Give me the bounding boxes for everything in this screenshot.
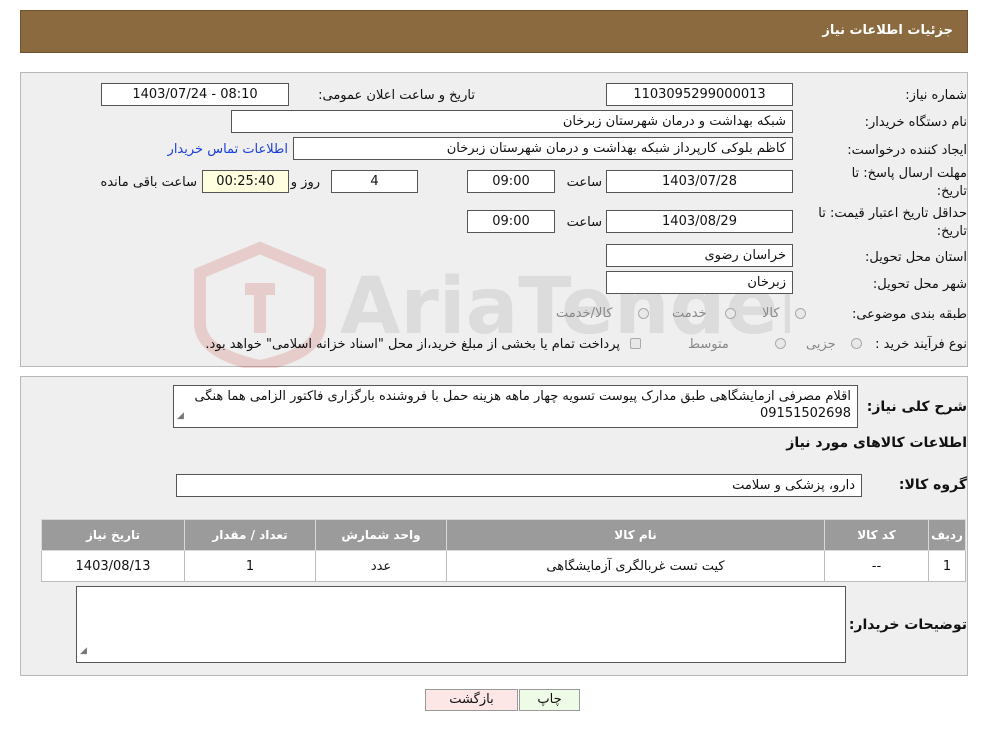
days-label: روز و [290, 175, 320, 190]
process-option-minor: جزیی [806, 337, 836, 352]
table-row: 1 -- کیت تست غربالگری آزمایشگاهی عدد 1 1… [41, 550, 966, 582]
city-label: شهر محل تحویل: [872, 277, 967, 292]
description-text: اقلام مصرفی ازمایشگاهی طبق مدارک پیوست ت… [194, 389, 851, 421]
buyer-notes-textarea[interactable]: ◢ [76, 586, 846, 663]
process-treasury-checkbox[interactable] [630, 338, 641, 349]
col-unit: واحد شمارش [315, 519, 447, 551]
description-textarea: اقلام مصرفی ازمایشگاهی طبق مدارک پیوست ت… [173, 385, 858, 428]
province-field: خراسان رضوی [606, 244, 793, 267]
goods-table: ردیف کد کالا نام کالا واحد شمارش تعداد /… [41, 519, 966, 582]
goods-group-label: گروه کالا: [898, 477, 967, 493]
col-need-date: تاریخ نیاز [41, 519, 185, 551]
validity-label: حداقل تاریخ اعتبار قیمت: تا [818, 206, 967, 221]
deadline-time-label: ساعت [566, 175, 602, 190]
process-label: نوع فرآیند خرید : [875, 337, 967, 352]
category-radio-goods[interactable] [795, 308, 806, 319]
validity-time-field: 09:00 [467, 210, 555, 233]
remaining-time-field: 00:25:40 [202, 170, 289, 193]
deadline-label: مهلت ارسال پاسخ: تا [851, 166, 967, 181]
validity-time-label: ساعت [566, 215, 602, 230]
description-label: شرح کلی نیاز: [866, 399, 967, 415]
page-header: جزئیات اطلاعات نیاز [20, 10, 968, 53]
cell-item-name: کیت تست غربالگری آزمایشگاهی [446, 550, 825, 582]
goods-group-field: دارو، پزشکی و سلامت [176, 474, 862, 497]
validity-date-field: 1403/08/29 [606, 210, 793, 233]
cell-item-code: -- [824, 550, 929, 582]
contact-buyer-link[interactable]: اطلاعات تماس خریدار [168, 142, 288, 157]
resize-grip-icon[interactable]: ◢ [80, 643, 87, 660]
announce-label: تاریخ و ساعت اعلان عمومی: [318, 88, 475, 103]
deadline-label-date: تاریخ: [936, 184, 967, 199]
col-item-name: نام کالا [446, 519, 825, 551]
buyer-org-field: شبکه بهداشت و درمان شهرستان زبرخان [231, 110, 793, 133]
back-button[interactable]: بازگشت [425, 689, 518, 711]
buyer-org-label: نام دستگاه خریدار: [864, 115, 967, 130]
deadline-date-field: 1403/07/28 [606, 170, 793, 193]
remaining-label: ساعت باقی مانده [100, 175, 197, 190]
col-row-number: ردیف [928, 519, 966, 551]
category-option-service: خدمت [672, 306, 707, 321]
days-field: 4 [331, 170, 418, 193]
creator-label: ایجاد کننده درخواست: [847, 143, 967, 158]
deadline-time-field: 09:00 [467, 170, 555, 193]
category-label: طبقه بندی موضوعی: [851, 307, 967, 322]
city-field: زبرخان [606, 271, 793, 294]
need-number-field: 1103095299000013 [606, 83, 793, 106]
category-radio-service[interactable] [725, 308, 736, 319]
buyer-notes-label: توضیحات خریدار: [848, 617, 967, 633]
validity-label-date: تاریخ: [936, 224, 967, 239]
need-number-label: شماره نیاز: [905, 88, 967, 103]
cell-row-number: 1 [928, 550, 966, 582]
cell-unit: عدد [315, 550, 447, 582]
col-item-code: کد کالا [824, 519, 929, 551]
resize-grip-icon[interactable]: ◢ [177, 408, 184, 425]
cell-quantity: 1 [184, 550, 316, 582]
creator-field: کاظم بلوکی کارپرداز شبکه بهداشت و درمان … [293, 137, 793, 160]
announce-field: 1403/07/24 - 08:10 [101, 83, 289, 106]
category-option-goods: کالا [762, 306, 780, 321]
process-option-medium: متوسط [688, 337, 729, 352]
col-quantity: تعداد / مقدار [184, 519, 316, 551]
province-label: استان محل تحویل: [865, 250, 967, 265]
goods-table-header: ردیف کد کالا نام کالا واحد شمارش تعداد /… [41, 519, 966, 551]
goods-info-title: اطلاعات کالاهای مورد نیاز [786, 435, 967, 451]
page-title: جزئیات اطلاعات نیاز [822, 23, 953, 38]
process-radio-medium[interactable] [775, 338, 786, 349]
print-button[interactable]: چاپ [519, 689, 580, 711]
process-radio-minor[interactable] [851, 338, 862, 349]
cell-need-date: 1403/08/13 [41, 550, 185, 582]
category-radio-goods-service[interactable] [638, 308, 649, 319]
process-note: پرداخت تمام یا بخشی از مبلغ خرید،از محل … [205, 337, 620, 352]
category-option-goods-service: کالا/خدمت [556, 306, 613, 321]
